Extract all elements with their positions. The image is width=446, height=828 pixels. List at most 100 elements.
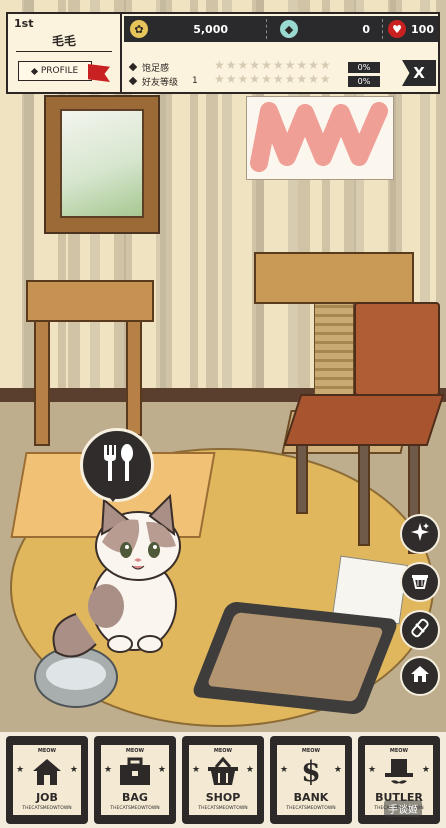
window [44,95,160,234]
meow-label: MEOW [213,748,233,754]
table-leg [126,316,142,436]
star-icon: ★ [69,765,78,775]
basket-icon [410,570,430,594]
coin-counter: ✿ 5,000 [130,16,234,42]
rank-label: 1st [14,17,34,30]
bottom-nav: MEOW JOB THECATSMEOWTOWN ★ ★ MEOW BAG TH… [0,732,446,828]
watermark: 手谈姬 [384,800,422,817]
star-icon: ★ [261,58,272,72]
wall-poster [246,96,394,180]
nav-label: BANK [293,791,329,804]
resource-bar: ✿ 5,000 ◆ 0 ♥ 100 [124,16,438,42]
stat-friendship: 好友等级 1 [128,74,198,88]
heart-value: 100 [411,22,434,36]
nav-label: BAG [122,791,148,804]
separator [382,19,383,39]
star-icon: ★ [16,765,25,775]
coin-value: 5,000 [193,22,228,36]
star-icon: ★ [421,765,430,775]
star-icon: ★ [225,58,237,72]
star-icon: ★ [296,58,308,72]
profile-button[interactable]: PROFILE [18,61,92,81]
litter-box[interactable] [190,600,400,716]
satiety-percent: 0% [348,62,380,73]
star-icon: ★ [308,58,319,72]
star-icon: ★ [237,58,249,72]
star-icon: ★ [319,72,331,86]
stat-label: 饱足感 [142,63,170,74]
star-icon: ★ [280,765,289,775]
friendship-level: 1 [192,76,198,86]
bullet-icon [128,76,138,86]
profile-label: PROFILE [40,66,79,76]
star-icon: ★ [284,58,296,72]
star-icon: ★ [261,72,272,86]
wooden-chair[interactable] [283,394,445,446]
home-button[interactable] [400,656,440,696]
nav-shop-button[interactable]: MEOW SHOP THECATSMEOWTOWN ★ ★ [182,736,264,824]
bubble-tail [104,490,122,502]
nav-label: JOB [36,791,58,804]
side-table[interactable] [26,280,154,322]
meow-label: MEOW [37,748,57,754]
star-icon: ★ [284,72,296,86]
star-icon: ★ [214,58,225,72]
paw-coin-icon: ✿ [130,20,148,38]
stat-label: 好友等级 [142,77,179,88]
star-icon: ★ [214,72,225,86]
town-label: THECATSMEOWTOWN [198,806,248,811]
star-icon: ★ [319,58,331,72]
diamond-counter: ◆ 0 [280,16,376,42]
meow-label: MEOW [301,748,321,754]
separator [266,19,267,39]
trash-button[interactable] [400,562,440,602]
star-icon: ★ [308,72,319,86]
table-leg [34,316,50,446]
cat-tower-top[interactable] [254,252,414,304]
sparkle-icon [410,522,430,546]
cat[interactable] [46,493,186,664]
star-icon: ★ [237,72,249,86]
home-icon [410,664,430,688]
diamond-icon [30,67,38,75]
gem-icon: ◆ [280,20,298,38]
star-icon: ★ [333,765,342,775]
meow-label: MEOW [125,748,145,754]
town-label: THECATSMEOWTOWN [110,806,160,811]
diamond-value: 0 [362,22,370,36]
status-hud: 1st 毛毛 PROFILE ✿ 5,000 ◆ 0 ♥ 100 饱足感 ★ ★ ★… [6,12,440,94]
bandage-icon [410,618,430,642]
heart-icon: ♥ [388,20,406,38]
player-panel: 1st 毛毛 PROFILE [8,14,122,92]
game-scene [0,0,446,828]
meow-label: MEOW [389,748,409,754]
star-icon: ★ [245,765,254,775]
close-button[interactable]: X [402,60,436,86]
nav-bag-button[interactable]: MEOW BAG THECATSMEOWTOWN ★ ★ [94,736,176,824]
chair-back [354,302,440,396]
star-icon: ★ [249,58,261,72]
cat-name: 毛毛 [51,34,76,48]
heart-counter: ♥ 100 [388,16,436,42]
bullet-icon [128,62,138,72]
town-label: THECATSMEOWTOWN [286,806,336,811]
star-icon: ★ [157,765,166,775]
friendship-percent: 0% [348,76,380,87]
satiety-stars: ★ ★ ★ ★ ★ ★ ★ ★ ★ ★ [214,58,331,72]
nav-job-button[interactable]: MEOW JOB THECATSMEOWTOWN ★ ★ [6,736,88,824]
star-icon: ★ [272,72,284,86]
town-label: THECATSMEOWTOWN [22,806,72,811]
star-icon: ★ [272,58,284,72]
star-icon: ★ [192,765,201,775]
nav-bank-button[interactable]: MEOW $ BANK THECATSMEOWTOWN ★ ★ [270,736,352,824]
star-icon: ★ [368,765,377,775]
star-icon: ★ [104,765,113,775]
sparkle-button[interactable] [400,514,440,554]
nav-label: SHOP [205,791,241,804]
star-icon: ★ [296,72,308,86]
star-icon: ★ [225,72,237,86]
friendship-stars: ★ ★ ★ ★ ★ ★ ★ ★ ★ ★ [214,72,331,86]
star-icon: ★ [249,72,261,86]
heal-button[interactable] [400,610,440,650]
divider [16,51,112,52]
